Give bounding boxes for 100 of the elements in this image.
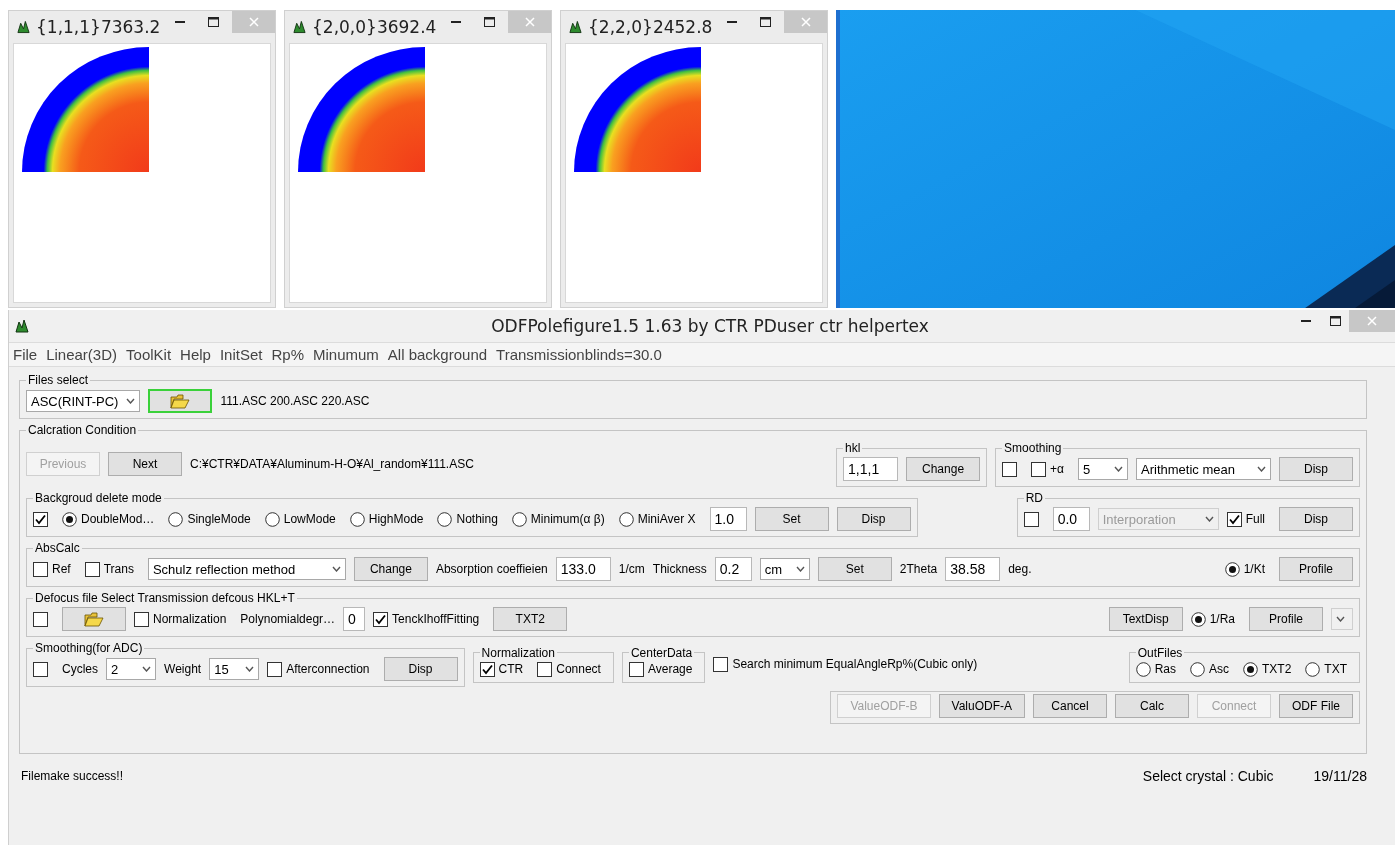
app-icon (17, 20, 30, 34)
checkbox[interactable]: Normalization (134, 611, 233, 627)
checkbox[interactable]: Trans (84, 561, 140, 577)
radio-button[interactable]: Nothing (437, 511, 504, 527)
app-icon (293, 20, 306, 34)
input-field[interactable]: 133.0 (555, 557, 611, 581)
radio-button[interactable]: HighMode (349, 511, 430, 527)
menu-item[interactable]: Linear(3D) (46, 346, 118, 363)
input-field[interactable]: 0.0 (1052, 507, 1090, 531)
radio-icon (264, 511, 280, 527)
window-title: {2,2,0}2452.8 (588, 17, 713, 37)
menu-item[interactable]: Minumum (313, 346, 379, 363)
folder-icon (84, 611, 104, 627)
label: Thickness (652, 562, 707, 576)
radio-button[interactable]: TXT (1305, 661, 1353, 677)
menu-item[interactable]: Rp% (271, 346, 304, 363)
button[interactable]: Change (906, 457, 981, 481)
dropdown[interactable]: Arithmetic mean (1136, 458, 1271, 480)
radio-button[interactable]: TXT2 (1243, 661, 1298, 677)
caret-icon (331, 566, 341, 572)
dropdown[interactable]: 15 (209, 658, 260, 680)
radio-icon (62, 511, 77, 527)
button[interactable]: ValuODF-A (938, 694, 1025, 718)
radio-icon (349, 511, 365, 527)
button[interactable]: Profile (1249, 607, 1323, 631)
checkbox[interactable]: Full (1226, 511, 1271, 527)
button[interactable]: Set (817, 557, 892, 581)
maximize-icon (1329, 316, 1341, 326)
label: Weight (164, 662, 202, 676)
radio-button[interactable]: Asc (1189, 661, 1235, 677)
radio-button[interactable]: 1/Ra (1190, 611, 1241, 627)
checkbox[interactable]: Connect (537, 661, 607, 677)
radio-button[interactable]: MiniAver X (618, 511, 702, 527)
open-folder-button[interactable] (62, 607, 126, 631)
checkbox-icon (713, 656, 729, 672)
dropdown[interactable]: cm (759, 558, 810, 580)
button[interactable]: ODF File (1279, 694, 1353, 718)
button[interactable]: Disp (1279, 457, 1353, 481)
button[interactable]: Cancel (1033, 694, 1107, 718)
status-date: 19/11/28 (1313, 768, 1367, 784)
radio-icon (511, 511, 527, 527)
menu-item[interactable]: File (13, 346, 38, 363)
menu-item[interactable]: Transmissionblinds=30.0 (496, 346, 662, 363)
button[interactable]: Change (353, 557, 428, 581)
checkbox-icon (84, 561, 100, 577)
button[interactable]: TextDisp (1108, 607, 1183, 631)
checkbox-icon (1031, 461, 1047, 477)
radio-icon (1305, 661, 1321, 677)
dropdown[interactable]: ASC(RINT-PC) (26, 390, 141, 412)
input-field[interactable]: 1.0 (709, 507, 747, 531)
group-label: Calcration Condition (27, 423, 138, 437)
label: 2Theta (899, 562, 938, 576)
menu-item[interactable]: InitSet (219, 346, 263, 363)
radio-icon (168, 511, 184, 527)
checkbox[interactable]: Average (628, 661, 699, 677)
radio-button[interactable]: DoubleMod… (62, 511, 161, 527)
checkbox[interactable]: TenckIhoffFitting (373, 611, 486, 627)
radio-button[interactable]: Minimum(α β) (511, 511, 611, 527)
button[interactable]: Set (754, 507, 829, 531)
radio-icon (1243, 661, 1258, 677)
button[interactable]: Profile (1279, 557, 1353, 581)
checkbox[interactable]: Ref (33, 561, 77, 577)
input-field[interactable]: 0 (343, 607, 366, 631)
button[interactable]: Disp (1279, 507, 1353, 531)
button[interactable]: TXT2 (493, 607, 568, 631)
minimize-icon (1301, 320, 1311, 322)
radio-button[interactable]: SingleMode (168, 511, 257, 527)
group-label: hkl (844, 441, 862, 455)
button[interactable]: Next (108, 452, 182, 476)
radio-icon (1224, 561, 1240, 577)
checkbox[interactable]: CTR (479, 661, 530, 677)
checkbox-icon (267, 661, 283, 677)
group-label: Defocus file Select Transmission defcous HKL+T (34, 591, 296, 605)
dropdown[interactable]: Schulz reflection method (147, 558, 346, 580)
menu-item[interactable]: ToolKit (126, 346, 172, 363)
menu-item[interactable]: Help (180, 346, 211, 363)
input-field[interactable]: 38.58 (945, 557, 1001, 581)
input-field[interactable]: 1,1,1 (843, 457, 899, 481)
open-folder-button[interactable] (148, 389, 213, 413)
checkbox-icon (33, 561, 48, 577)
radio-button[interactable]: 1/Kt (1224, 561, 1271, 577)
checkbox-icon (479, 661, 495, 677)
label: 1/cm (618, 562, 645, 576)
input-field[interactable]: 0.2 (714, 557, 752, 581)
caret-icon (1336, 616, 1345, 622)
group-label: Backgroud delete mode (34, 491, 163, 505)
menu-item[interactable]: All background (387, 346, 488, 363)
checkbox[interactable]: +α (1031, 461, 1070, 477)
close-icon (524, 17, 535, 27)
dropdown[interactable]: 2 (106, 658, 156, 680)
caret-icon (245, 666, 255, 672)
radio-button[interactable]: LowMode (264, 511, 342, 527)
dropdown[interactable]: 5 (1078, 458, 1128, 480)
button[interactable]: Calc (1115, 694, 1189, 718)
checkbox[interactable]: Search minimum EqualAngleRp%(Cubic only) (713, 656, 984, 672)
group-label: AbsCalc (34, 541, 81, 555)
checkbox[interactable]: Afterconnection (267, 661, 376, 677)
button[interactable]: Disp (836, 507, 911, 531)
radio-button[interactable]: Ras (1135, 661, 1182, 677)
button[interactable]: Disp (383, 657, 458, 681)
